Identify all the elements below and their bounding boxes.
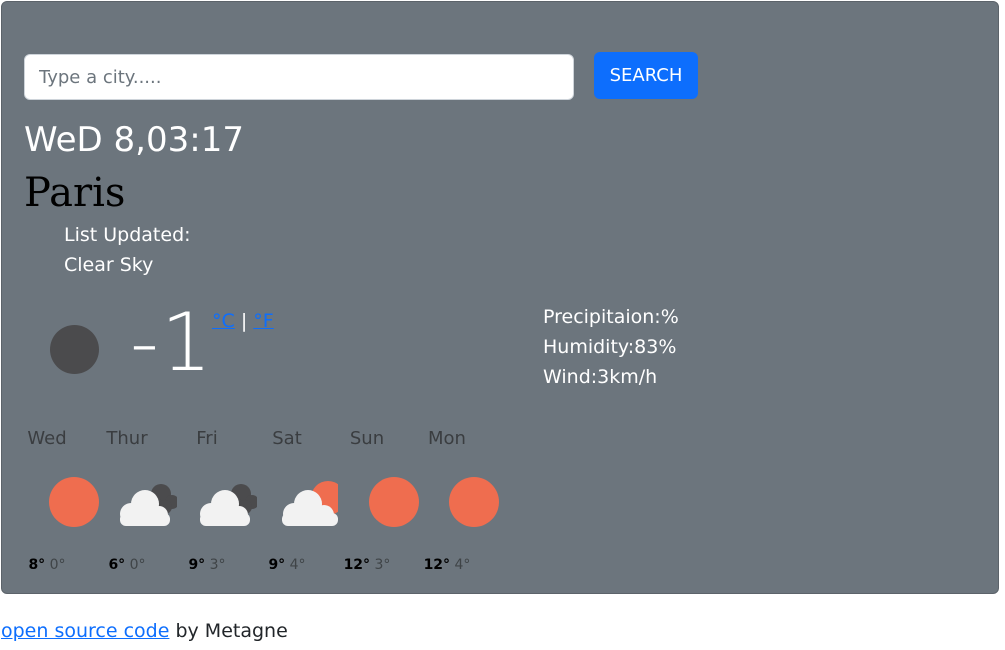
forecast-day: Fri: [196, 428, 218, 449]
min-temp: 0°: [129, 557, 146, 573]
city-name: Paris: [24, 170, 126, 216]
footer-author: by Metagne: [169, 620, 288, 642]
forecast-temps: 12° 3°: [332, 557, 402, 573]
search-button[interactable]: SEARCH: [594, 52, 698, 99]
wind: Wind:3km/h: [543, 366, 658, 388]
max-temp: 12°: [343, 557, 371, 573]
city-search-input[interactable]: [24, 54, 574, 100]
precipitation: Precipitaion:%: [543, 306, 679, 328]
min-temp: 0°: [49, 557, 66, 573]
forecast-day: Thur: [106, 428, 148, 449]
min-temp: 3°: [374, 557, 391, 573]
sun-icon: [369, 477, 419, 527]
max-temp: 9°: [188, 557, 206, 573]
min-temp: 4°: [289, 557, 306, 573]
partly-sunny-icon: [282, 481, 338, 526]
forecast-temps: 8° 0°: [12, 557, 82, 573]
moon-icon: [50, 325, 99, 374]
sun-icon: [49, 477, 99, 527]
forecast-day: Sun: [349, 428, 385, 449]
forecast-day: Sat: [272, 428, 302, 449]
forecast-temps: 9° 4°: [252, 557, 322, 573]
unit-separator: |: [240, 310, 248, 332]
max-temp: 6°: [108, 557, 126, 573]
max-temp: 8°: [28, 557, 46, 573]
forecast-temps: 9° 3°: [172, 557, 242, 573]
source-code-link[interactable]: open source code: [1, 620, 169, 642]
forecast-temps: 6° 0°: [92, 557, 162, 573]
unit-toggle: °C | °F: [212, 310, 274, 332]
cloudy-dark-icon: [120, 484, 177, 526]
forecast-temps: 12° 4°: [412, 557, 482, 573]
max-temp: 9°: [268, 557, 286, 573]
current-datetime: WeD 8,03:17: [24, 120, 244, 160]
fahrenheit-link[interactable]: °F: [253, 310, 273, 332]
celsius-link[interactable]: °C: [212, 310, 235, 332]
humidity: Humidity:83%: [543, 336, 677, 358]
forecast-day: Mon: [428, 428, 466, 449]
current-temperature: -1: [130, 296, 214, 389]
cloudy-dark-icon: [200, 484, 257, 526]
sun-icon: [449, 477, 499, 527]
weather-details: Precipitaion:% Humidity:83% Wind:3km/h: [543, 302, 679, 392]
max-temp: 12°: [423, 557, 451, 573]
list-updated: List Updated:: [64, 224, 191, 246]
footer: open source code by Metagne: [1, 620, 288, 642]
min-temp: 3°: [209, 557, 226, 573]
forecast-day: Wed: [27, 428, 67, 449]
weather-condition: Clear Sky: [64, 254, 154, 276]
min-temp: 4°: [454, 557, 471, 573]
weather-card: SEARCH WeD 8,03:17 Paris List Updated: C…: [1, 1, 999, 594]
